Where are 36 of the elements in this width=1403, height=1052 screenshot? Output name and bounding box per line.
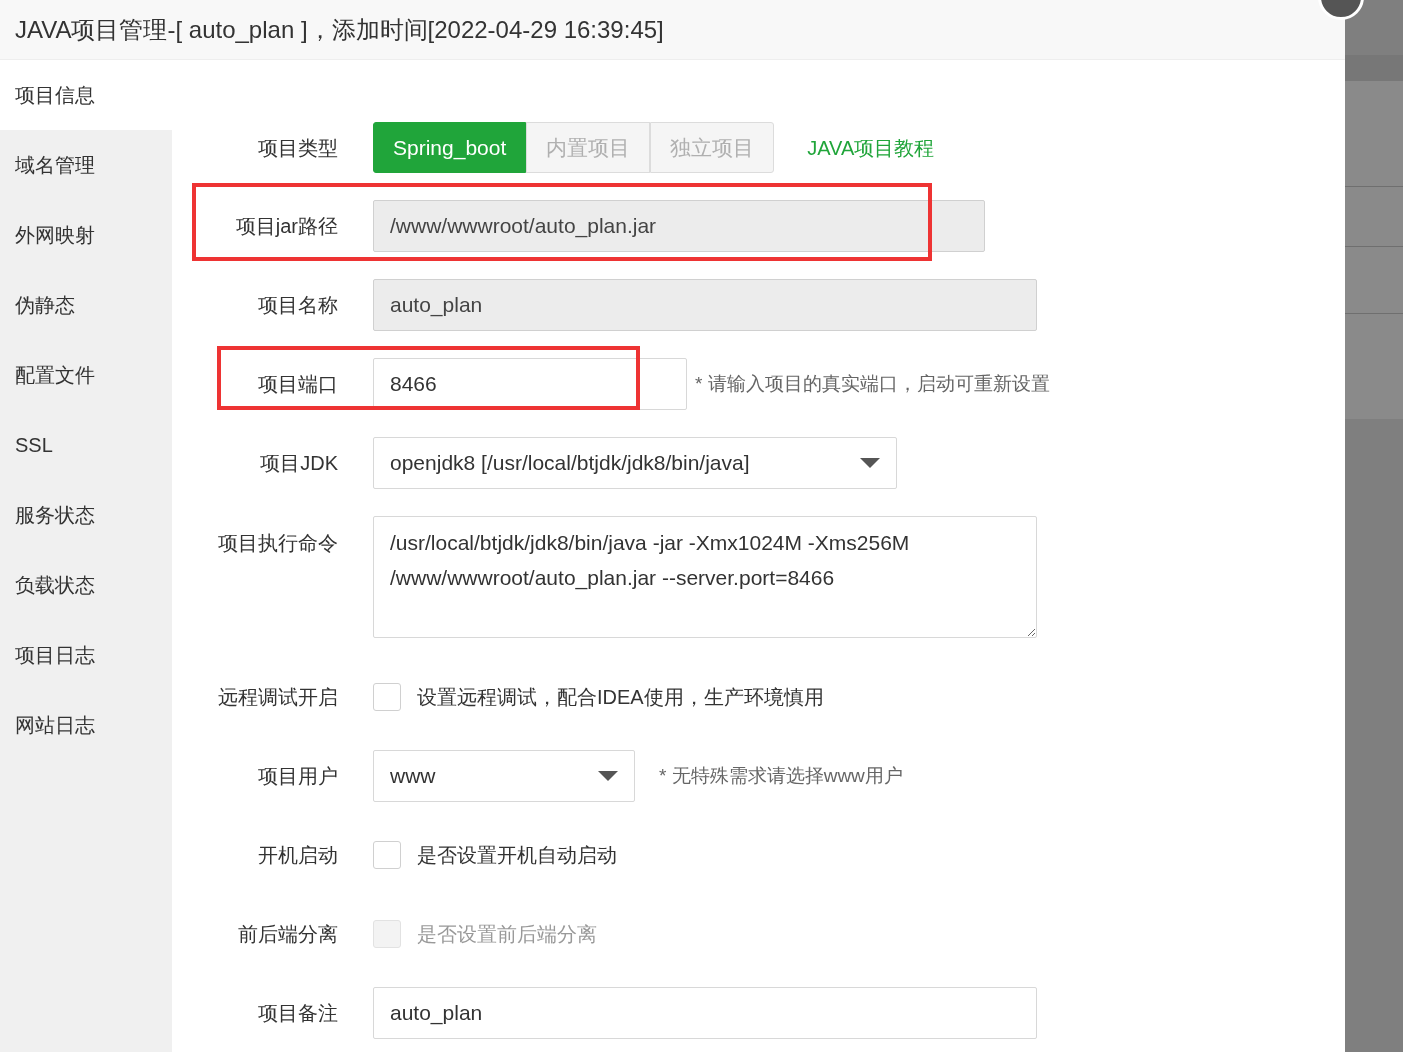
caret-icon [860,458,880,468]
sidebar-item[interactable]: 配置文件 [0,340,172,410]
text-input[interactable]: 8466 [373,358,687,410]
field-label: 项目类型 [258,135,338,161]
command-textarea[interactable]: /usr/local/btjdk/jdk8/bin/java -jar -Xmx1024M -Xms256M /www/wwwroot/auto_plan.jar --server.port=8466 [373,516,1037,638]
hint-text: * 无特殊需求请选择www用户 [659,763,903,788]
field-label: 项目用户 [258,764,338,789]
checkbox[interactable] [373,683,401,711]
sidebar-item[interactable]: SSL [0,410,172,480]
sidebar-item[interactable]: 负载状态 [0,550,172,620]
hint-text: * 请输入项目的真实端口，启动可重新设置 [695,371,1050,396]
dropdown-select[interactable]: www [373,750,635,802]
field-label: 项目执行命令 [218,531,338,556]
caret-icon [598,771,618,781]
field-label: 项目备注 [258,1001,338,1026]
field-label: 项目名称 [258,293,338,318]
field-label: 项目JDK [260,451,338,476]
checkbox-label: 是否设置前后端分离 [417,922,597,947]
field-label: 项目jar路径 [235,214,338,239]
sidebar-item[interactable]: 域名管理 [0,130,172,200]
field-label: 项目端口 [258,372,338,397]
checkbox[interactable] [373,841,401,869]
field-label: 前后端分离 [238,922,338,947]
sidebar-item[interactable]: 项目信息 [0,60,172,130]
dialog-title: JAVA项目管理-[ auto_plan ]，添加时间[2022-04-29 16:39:45] [15,14,664,45]
field-label: 远程调试开启 [218,685,338,710]
dropdown-select[interactable]: openjdk8 [/usr/local/btjdk/jdk8/bin/java] [373,437,897,489]
sidebar-item[interactable]: 伪静态 [0,270,172,340]
sidebar-item[interactable]: 网站日志 [0,690,172,760]
sidebar-item[interactable]: 服务状态 [0,480,172,550]
checkbox-label: 是否设置开机自动启动 [417,843,617,868]
field-label: 开机启动 [258,843,338,868]
sidebar-item[interactable]: 项目日志 [0,620,172,690]
checkbox-label: 设置远程调试，配合IDEA使用，生产环境慎用 [417,685,824,710]
text-input[interactable]: auto_plan [373,987,1037,1039]
sidebar-item[interactable]: 外网映射 [0,200,172,270]
